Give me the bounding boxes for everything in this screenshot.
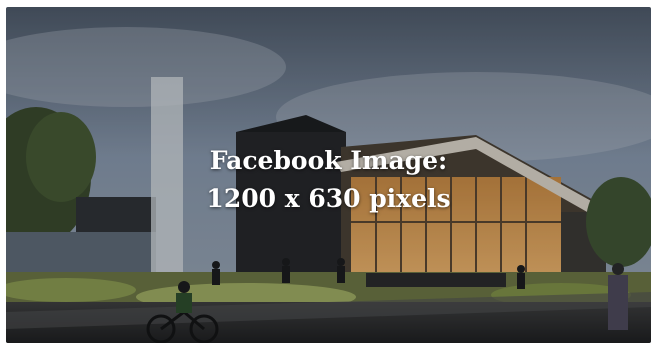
caption-dimensions: 1200 x 630 pixels	[206, 184, 451, 213]
image-preview-card: Facebook Image: 1200 x 630 pixels	[6, 7, 651, 343]
caption-title: Facebook Image:	[209, 146, 448, 175]
image-size-caption: Facebook Image: 1200 x 630 pixels	[6, 142, 651, 218]
